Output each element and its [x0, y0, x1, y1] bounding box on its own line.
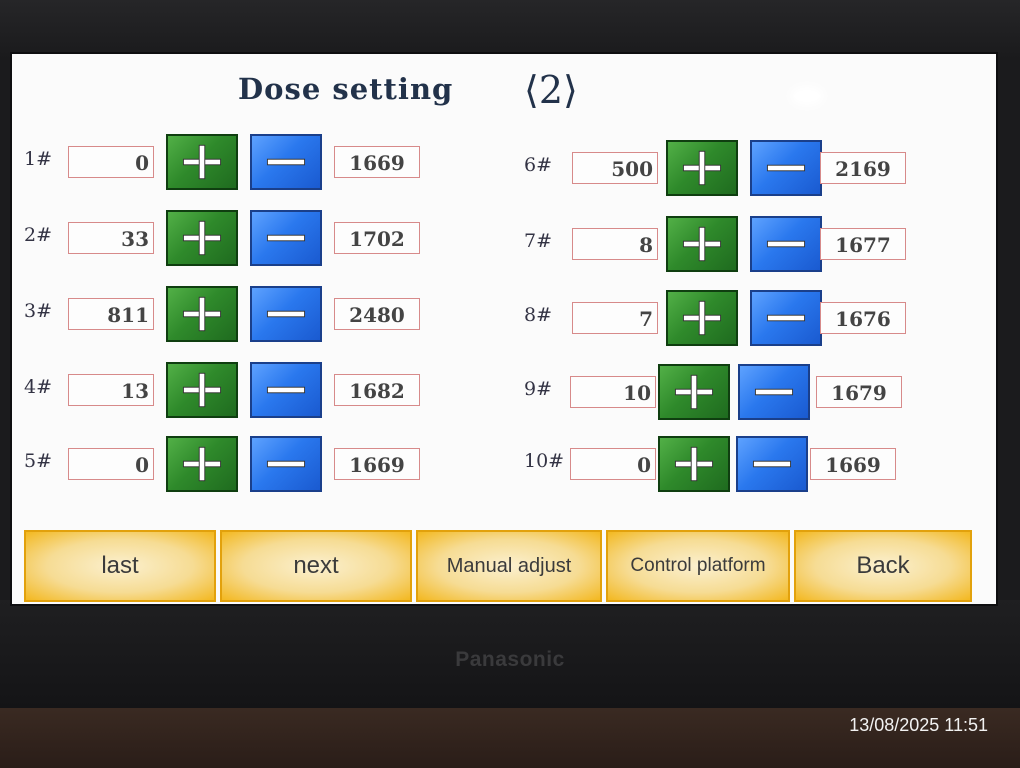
row-label: 1#	[24, 148, 53, 170]
dose-value-field[interactable]: 0	[68, 146, 154, 178]
row-label: 3#	[24, 300, 53, 322]
decrement-button[interactable]	[250, 362, 322, 418]
dose-row-4: 4# 13 1682	[24, 362, 424, 418]
page-indicator: ⟨2⟩	[524, 68, 578, 112]
plus-icon	[682, 300, 722, 336]
dose-total-field: 1669	[334, 146, 420, 178]
decrement-button[interactable]	[750, 216, 822, 272]
dose-row-1: 1# 0 1669	[24, 134, 424, 190]
dose-total-field: 1682	[334, 374, 420, 406]
dose-value-field[interactable]: 500	[572, 152, 658, 184]
row-label: 2#	[24, 224, 53, 246]
increment-button[interactable]	[658, 436, 730, 492]
dose-row-2: 2# 33 1702	[24, 210, 424, 266]
dose-row-6: 6# 500 2169	[524, 140, 924, 196]
dose-value-field[interactable]: 0	[570, 448, 656, 480]
row-label: 5#	[24, 450, 53, 472]
plus-icon	[682, 226, 722, 262]
plus-icon	[682, 150, 722, 186]
increment-button[interactable]	[166, 362, 238, 418]
minus-icon	[266, 386, 306, 394]
manual-adjust-button[interactable]: Manual adjust	[416, 530, 602, 602]
hmi-screen: Dose setting ⟨2⟩ 1# 0 1669 2# 33 1702 3#…	[12, 54, 996, 604]
plus-icon	[182, 220, 222, 256]
decrement-button[interactable]	[250, 286, 322, 342]
dose-value-field[interactable]: 7	[572, 302, 658, 334]
dose-total-field: 1679	[816, 376, 902, 408]
increment-button[interactable]	[166, 210, 238, 266]
plus-icon	[674, 446, 714, 482]
plus-icon	[674, 374, 714, 410]
brand-logo: Panasonic	[455, 648, 565, 671]
minus-icon	[266, 460, 306, 468]
row-label: 4#	[24, 376, 53, 398]
increment-button[interactable]	[666, 290, 738, 346]
decrement-button[interactable]	[250, 134, 322, 190]
dose-value-field[interactable]: 0	[68, 448, 154, 480]
increment-button[interactable]	[666, 216, 738, 272]
dose-total-field: 1669	[334, 448, 420, 480]
increment-button[interactable]	[166, 134, 238, 190]
minus-icon	[754, 388, 794, 396]
minus-icon	[766, 240, 806, 248]
dose-value-field[interactable]: 13	[68, 374, 154, 406]
dose-row-10: 10# 0 1669	[524, 436, 924, 492]
decrement-button[interactable]	[250, 436, 322, 492]
row-label: 9#	[524, 378, 553, 400]
increment-button[interactable]	[166, 436, 238, 492]
dose-row-8: 8# 7 1676	[524, 290, 924, 346]
decrement-button[interactable]	[736, 436, 808, 492]
plus-icon	[182, 446, 222, 482]
dose-row-3: 3# 811 2480	[24, 286, 424, 342]
row-label: 7#	[524, 230, 553, 252]
dose-total-field: 1669	[810, 448, 896, 480]
screen-glare	[794, 90, 820, 102]
bottom-button-bar: last next Manual adjust Control platform…	[24, 530, 984, 602]
back-button[interactable]: Back	[794, 530, 972, 602]
minus-icon	[266, 158, 306, 166]
increment-button[interactable]	[666, 140, 738, 196]
increment-button[interactable]	[658, 364, 730, 420]
row-label: 10#	[524, 450, 565, 472]
dose-value-field[interactable]: 8	[572, 228, 658, 260]
row-label: 6#	[524, 154, 553, 176]
minus-icon	[266, 310, 306, 318]
plus-icon	[182, 296, 222, 332]
decrement-button[interactable]	[750, 140, 822, 196]
row-label: 8#	[524, 304, 553, 326]
minus-icon	[266, 234, 306, 242]
last-button[interactable]: last	[24, 530, 216, 602]
decrement-button[interactable]	[738, 364, 810, 420]
photo-timestamp: 13/08/2025 11:51	[849, 715, 988, 735]
control-platform-button[interactable]: Control platform	[606, 530, 790, 602]
dose-row-5: 5# 0 1669	[24, 436, 424, 492]
dose-total-field: 1702	[334, 222, 420, 254]
minus-icon	[766, 314, 806, 322]
plus-icon	[182, 144, 222, 180]
dose-value-field[interactable]: 10	[570, 376, 656, 408]
dose-total-field: 2480	[334, 298, 420, 330]
monitor-bezel-top	[0, 0, 1020, 60]
dose-row-7: 7# 8 1677	[524, 216, 924, 272]
dose-value-field[interactable]: 811	[68, 298, 154, 330]
decrement-button[interactable]	[250, 210, 322, 266]
dose-total-field: 2169	[820, 152, 906, 184]
next-button[interactable]: next	[220, 530, 412, 602]
page-title: Dose setting	[238, 72, 454, 106]
dose-row-9: 9# 10 1679	[524, 364, 924, 420]
dose-total-field: 1676	[820, 302, 906, 334]
minus-icon	[752, 460, 792, 468]
dose-total-field: 1677	[820, 228, 906, 260]
plus-icon	[182, 372, 222, 408]
decrement-button[interactable]	[750, 290, 822, 346]
minus-icon	[766, 164, 806, 172]
increment-button[interactable]	[166, 286, 238, 342]
dose-value-field[interactable]: 33	[68, 222, 154, 254]
